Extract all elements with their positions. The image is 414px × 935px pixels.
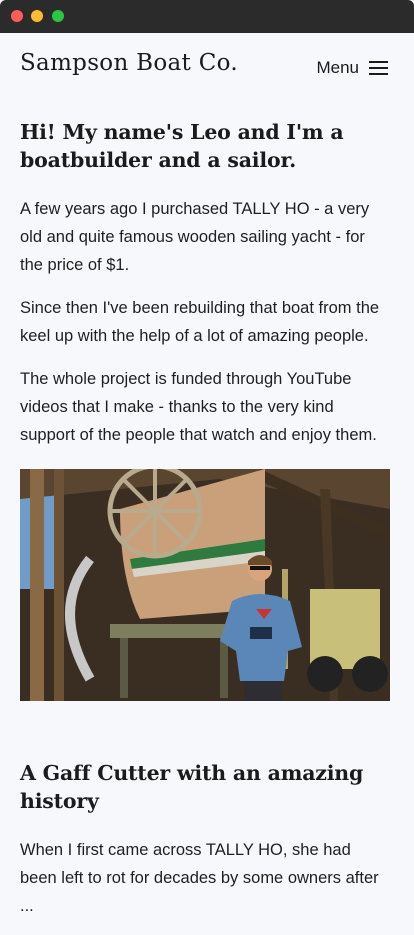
minimize-window-button[interactable] <box>31 10 43 22</box>
intro-paragraph: A few years ago I purchased TALLY HO - a… <box>20 200 370 274</box>
history-heading: A Gaff Cutter with an amazing history <box>20 761 364 813</box>
intro-heading: Hi! My name's Leo and I'm a boatbuilder … <box>20 120 344 172</box>
history-section: A Gaff Cutter with an amazing history Wh… <box>20 759 392 920</box>
hamburger-icon <box>369 61 388 75</box>
menu-label: Menu <box>316 58 359 77</box>
history-paragraph: When I first came across TALLY HO, she h… <box>20 841 379 915</box>
close-window-button[interactable] <box>11 10 23 22</box>
browser-titlebar <box>0 0 414 33</box>
maximize-window-button[interactable] <box>52 10 64 22</box>
menu-button[interactable]: Menu <box>316 58 388 78</box>
site-header: Sampson Boat Co. Menu <box>0 33 414 103</box>
main-content: Hi! My name's Leo and I'm a boatbuilder … <box>20 118 392 935</box>
boatbuilder-photo <box>20 469 390 701</box>
intro-paragraph: Since then I've been rebuilding that boa… <box>20 299 380 345</box>
intro-paragraph: The whole project is funded through YouT… <box>20 370 377 444</box>
site-logo[interactable]: Sampson Boat Co. <box>20 50 238 76</box>
